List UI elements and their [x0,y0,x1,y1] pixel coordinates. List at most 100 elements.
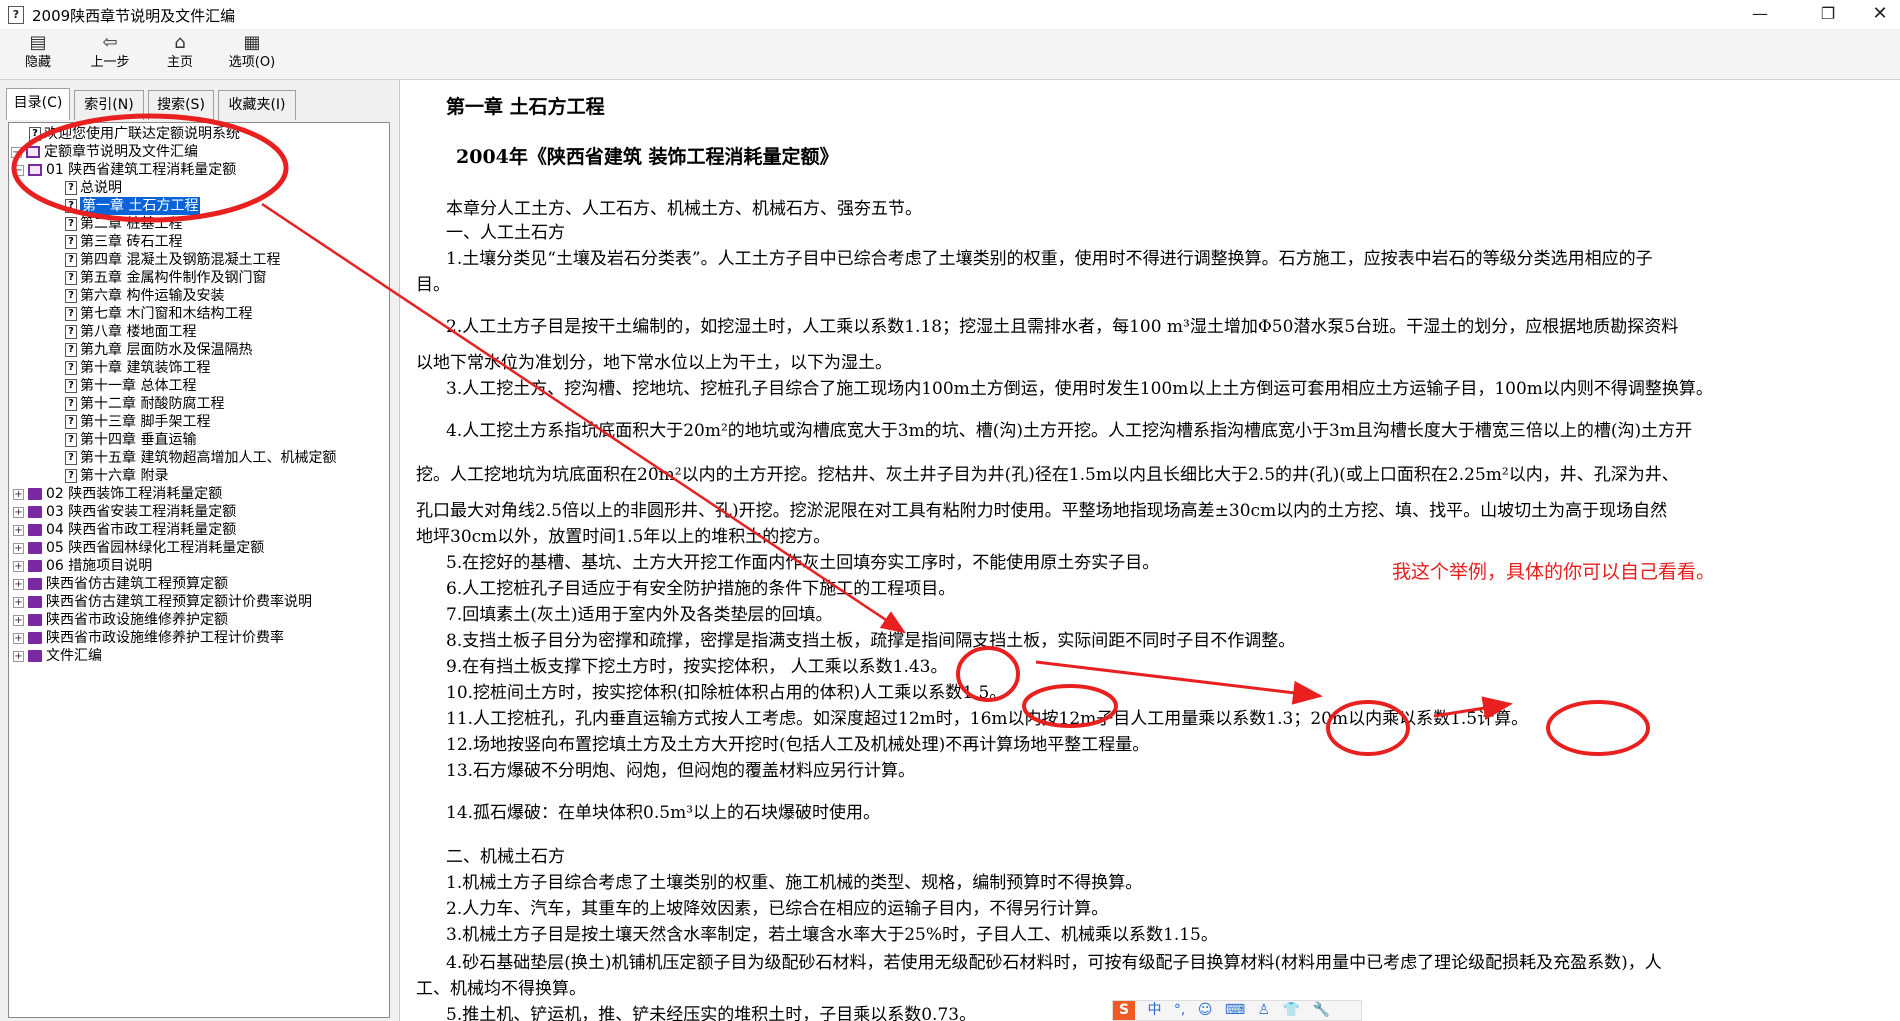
help-page-icon: ? [65,397,77,411]
tree-item[interactable]: − 01 陕西省建筑工程消耗量定额 [13,161,236,179]
tree-item[interactable]: ? 第八章 楼地面工程 [65,323,196,341]
help-page-icon: ? [65,271,77,285]
tree-item[interactable]: + 文件汇编 [13,647,102,665]
tree-item[interactable]: ? 第一章 土石方工程 [65,197,201,215]
expand-icon[interactable]: + [13,542,24,554]
tab-search[interactable]: 搜索(S) [148,90,214,120]
title-bar: ? 2009陕西章节说明及文件汇编 — ❐ ✕ [0,0,1900,30]
tree-item-label: 第四章 混凝土及钢筋混凝土工程 [80,252,281,268]
collapse-icon[interactable]: − [13,164,24,176]
expand-icon[interactable]: + [13,596,24,608]
intro-paragraph: 本章分人工土方、人工石方、机械土方、机械石方、强夯五节。 [446,199,922,219]
paragraph-10: 10.挖桩间土方时，按实挖体积(扣除桩体积占用的体积)人工乘以系数1.5。 [446,683,1007,703]
tree-item[interactable]: ? 第十二章 耐酸防腐工程 [65,395,224,413]
help-page-icon: ? [65,379,77,393]
tree-item-label: 总说明 [80,180,122,196]
back-button[interactable]: ⇦ 上一步 [82,32,138,78]
tree-item[interactable]: + 陕西省仿古建筑工程预算定额 [13,575,228,593]
tree-item[interactable]: ? 第三章 砖石工程 [65,233,182,251]
tree-item[interactable]: + 陕西省仿古建筑工程预算定额计价费率说明 [13,593,312,611]
tree-item-label: 第十五章 建筑物超高增加人工、机械定额 [80,450,337,466]
close-button[interactable]: ✕ [1852,0,1900,30]
tree-item[interactable]: +04 陕西省市政工程消耗量定额 [13,521,236,539]
tree-item[interactable]: +05 陕西省园林绿化工程消耗量定额 [13,539,264,557]
home-button-label: 主页 [166,55,193,70]
ime-tools-icon[interactable]: 🔧 [1312,1002,1329,1018]
tree-item[interactable]: +06 措施项目说明 [13,557,152,575]
paragraph-9: 9.在有挡土板支撑下挖土方时，按实挖体积， 人工乘以系数1.43。 [446,657,948,677]
tree-item[interactable]: +02 陕西装饰工程消耗量定额 [13,485,222,503]
tree-item-label: 陕西省仿古建筑工程预算定额计价费率说明 [46,594,312,610]
paragraph-1a: 1.土壤分类见“土壤及岩石分类表”。人工土方子目中已综合考虑了土壤类别的权重，使… [446,249,1653,269]
tree-item[interactable]: ? 第十一章 总体工程 [65,377,196,395]
tree-item[interactable]: ? 第十五章 建筑物超高增加人工、机械定额 [65,449,336,467]
tree-item-label: 第五章 金属构件制作及钢门窗 [80,270,267,286]
expand-icon[interactable]: + [13,578,24,590]
closed-book-icon [28,506,42,518]
expand-icon[interactable]: + [13,524,24,536]
minimize-button[interactable]: — [1732,0,1788,30]
paragraph-2b: 以地下常水位为准划分，地下常水位以上为干土，以下为湿土。 [416,353,892,373]
help-page-icon: ? [65,253,77,267]
tree-item[interactable]: +03 陕西省安装工程消耗量定额 [13,503,236,521]
tree-item-label: 文件汇编 [46,648,102,664]
collapse-icon[interactable]: − [11,146,22,158]
help-page-icon: ? [65,361,77,375]
tree-item-label: 第十二章 耐酸防腐工程 [80,396,225,412]
expand-icon[interactable]: + [13,560,24,572]
content-pane[interactable]: 第一章 土石方工程 2004年《陕西省建筑 装饰工程消耗量定额》 本章分人工土方… [402,80,1900,1021]
machine-paragraph-4a: 4.砂石基础垫层(换土)机铺机压定额子目为级配砂石材料，若使用无级配砂石材料时，… [446,953,1662,973]
tree-item[interactable]: ? 第十三章 脚手架工程 [65,413,210,431]
expand-icon[interactable]: + [13,632,24,644]
tree-item[interactable]: ? 欢迎您使用广联达定额说明系统 [29,125,240,143]
closed-book-icon [28,650,42,662]
options-button[interactable]: ▦ 选项(O) [220,32,284,78]
ime-language-toggle[interactable]: 中 [1147,1002,1161,1018]
tree-item[interactable]: ? 第七章 木门窗和木结构工程 [65,305,252,323]
home-button[interactable]: ⌂ 主页 [158,32,202,78]
help-page-icon: ? [65,181,77,195]
expand-icon[interactable]: + [13,488,24,500]
machine-paragraph-3: 3.机械土方子目是按土壤天然含水率制定，若土壤含水率大于25%时，子目人工、机械… [446,925,1218,945]
tree-item[interactable]: ? 第十章 建筑装饰工程 [65,359,210,377]
tree-item[interactable]: + 陕西省市政设施维修养护工程计价费率 [13,629,284,647]
tree-item[interactable]: − 定额章节说明及文件汇编 [11,143,198,161]
tab-favorites[interactable]: 收藏夹(I) [218,90,296,120]
tree-item[interactable]: + 陕西省市政设施维修养护定额 [13,611,228,629]
tree-item-label: 第十三章 脚手架工程 [80,414,211,430]
expand-icon[interactable]: + [13,506,24,518]
tree-item-label: 04 陕西省市政工程消耗量定额 [46,522,237,538]
maximize-button[interactable]: ❐ [1800,0,1856,30]
expand-icon[interactable]: + [13,650,24,662]
tree-item-label: 02 陕西装饰工程消耗量定额 [46,486,223,502]
ime-user-icon[interactable]: ♙ [1258,1002,1271,1018]
tree-item-label: 05 陕西省园林绿化工程消耗量定额 [46,540,265,556]
expand-icon[interactable]: + [13,614,24,626]
tree-item[interactable]: ? 第十六章 附录 [65,467,168,485]
hide-button[interactable]: ▤ 隐藏 [16,32,60,78]
contents-tree[interactable]: ? 欢迎您使用广联达定额说明系统 − 定额章节说明及文件汇编 −01 陕西省建筑工程消耗… [8,122,390,1018]
tree-item-label: 第三章 砖石工程 [80,234,183,250]
toolbar: ▤ 隐藏 ⇦ 上一步 ⌂ 主页 ▦ 选项(O) [0,30,1900,80]
tab-contents[interactable]: 目录(C) [6,88,70,120]
tree-item[interactable]: ? 第四章 混凝土及钢筋混凝土工程 [65,251,280,269]
tree-item-label: 第六章 构件运输及安装 [80,288,225,304]
help-page-icon: ? [65,199,77,213]
machine-paragraph-4b: 工、机械均不得换算。 [416,979,586,999]
ime-skin-icon[interactable]: 👕 [1283,1002,1300,1018]
tree-item[interactable]: ? 第十四章 垂直运输 [65,431,196,449]
paragraph-1b: 目。 [416,275,450,295]
ime-keyboard-icon[interactable]: ⌨ [1225,1002,1245,1018]
tab-index[interactable]: 索引(N) [74,90,144,120]
ime-emoji-icon[interactable]: ☺ [1198,1002,1213,1018]
tree-item[interactable]: ? 第六章 构件运输及安装 [65,287,224,305]
tree-item[interactable]: ? 第二章 桩基工程 [65,215,182,233]
paragraph-14: 14.孤石爆破：在单块体积0.5m³以上的石块爆破时使用。 [446,803,881,823]
tree-item[interactable]: ? 第九章 层面防水及保温隔热 [65,341,252,359]
tree-item[interactable]: ? 第五章 金属构件制作及钢门窗 [65,269,266,287]
back-button-label: 上一步 [90,55,130,70]
chapter-title: 第一章 土石方工程 [446,96,605,118]
tree-item[interactable]: ? 总说明 [65,179,122,197]
ime-punctuation-icon[interactable]: °, [1174,1002,1185,1018]
ime-toolbar[interactable]: S 中 °, ☺ ⌨ ♙ 👕 🔧 [1112,1000,1362,1021]
